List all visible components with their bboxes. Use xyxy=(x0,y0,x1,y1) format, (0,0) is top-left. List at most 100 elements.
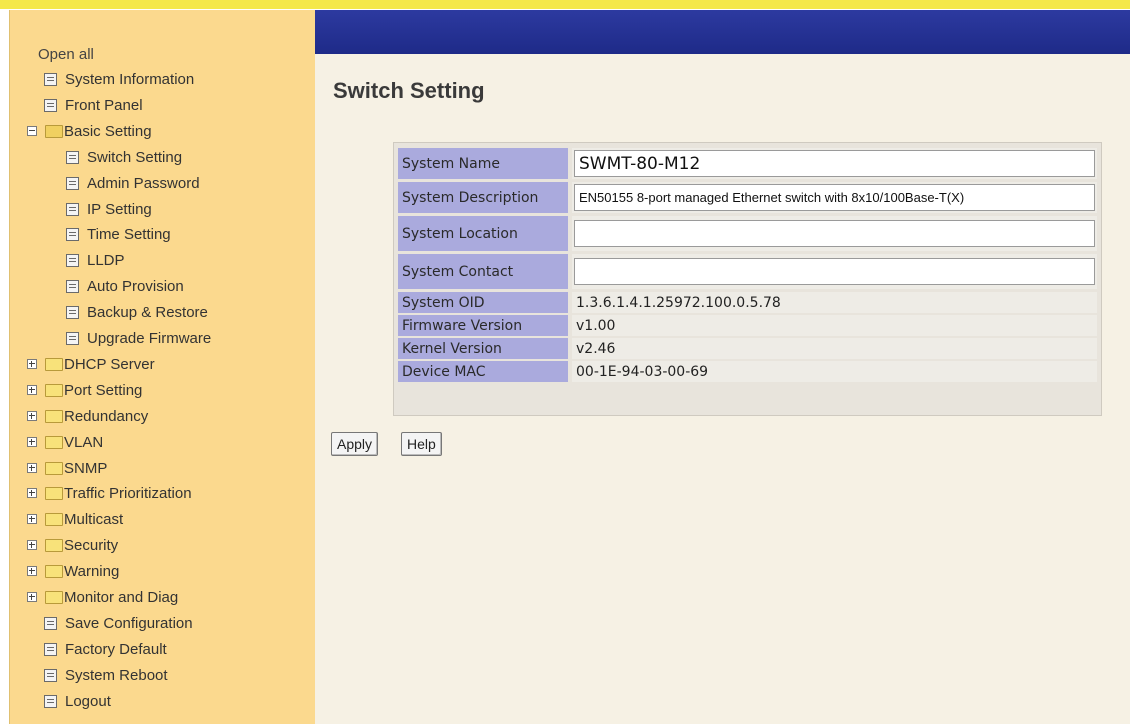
sidebar-item-security[interactable]: Security xyxy=(10,534,310,558)
expand-icon[interactable] xyxy=(27,462,37,473)
sidebar-item-system-reboot[interactable]: System Reboot xyxy=(10,664,310,688)
expand-icon[interactable] xyxy=(27,540,37,551)
sidebar-item-system-information[interactable]: System Information xyxy=(10,68,310,92)
page-icon xyxy=(66,254,79,268)
sidebar-item-redundancy[interactable]: Redundancy xyxy=(10,405,310,429)
sidebar-item-upgrade-firmware[interactable]: Upgrade Firmware xyxy=(10,327,310,351)
expand-icon[interactable] xyxy=(27,488,37,499)
device-mac-label: Device MAC xyxy=(398,361,568,382)
sidebar-item-label: Basic Setting xyxy=(64,122,152,140)
sidebar-item-factory-default[interactable]: Factory Default xyxy=(10,638,310,662)
system-oid-value: 1.3.6.1.4.1.25972.100.0.5.78 xyxy=(572,292,1097,313)
sidebar-item-lldp[interactable]: LLDP xyxy=(10,249,310,273)
sidebar-item-label: System Information xyxy=(65,71,195,88)
page-icon xyxy=(44,98,57,112)
system-name-input[interactable] xyxy=(574,150,1095,177)
page-icon xyxy=(66,150,79,164)
folder-icon xyxy=(45,357,63,371)
sidebar-item-save-configuration[interactable]: Save Configuration xyxy=(10,612,310,636)
sidebar-item-label: LLDP xyxy=(87,252,125,270)
folder-icon xyxy=(45,539,63,553)
sidebar-item-dhcp-server[interactable]: DHCP Server xyxy=(10,353,310,377)
expand-icon[interactable] xyxy=(27,358,37,369)
top-accent-strip xyxy=(0,0,1130,9)
apply-button[interactable]: Apply xyxy=(331,432,379,456)
navigation-sidebar: Open all System Information Front Panel Ba… xyxy=(9,10,315,724)
folder-icon xyxy=(45,487,63,501)
page-icon xyxy=(44,694,57,708)
folder-icon xyxy=(45,435,63,449)
expand-icon[interactable] xyxy=(27,436,37,447)
system-contact-label: System Contact xyxy=(398,254,568,289)
sidebar-item-logout[interactable]: Logout xyxy=(10,690,310,714)
sidebar-item-label: Logout xyxy=(65,692,111,710)
sidebar-item-label: IP Setting xyxy=(87,200,152,218)
folder-icon xyxy=(45,409,63,423)
sidebar-item-vlan[interactable]: VLAN xyxy=(10,431,310,455)
folder-icon xyxy=(45,513,63,527)
sidebar-item-label: Save Configuration xyxy=(65,614,193,632)
sidebar-item-label: Switch Setting xyxy=(87,148,183,166)
system-description-cell xyxy=(572,182,1097,213)
help-button[interactable]: Help xyxy=(401,432,442,456)
sidebar-item-label: System Reboot xyxy=(65,666,168,684)
folder-icon xyxy=(45,591,63,604)
table-row-system-description: System Description xyxy=(398,182,1097,213)
sidebar-item-snmp[interactable]: SNMP xyxy=(10,457,310,481)
system-contact-input[interactable] xyxy=(574,258,1095,285)
page-icon xyxy=(44,642,57,656)
sidebar-item-auto-provision[interactable]: Auto Provision xyxy=(10,275,310,299)
system-description-input[interactable] xyxy=(574,184,1095,211)
sidebar-item-monitor-and-diag[interactable]: Monitor and Diag xyxy=(10,586,310,610)
page-icon xyxy=(44,668,57,682)
sidebar-item-admin-password[interactable]: Admin Password xyxy=(10,172,310,196)
folder-icon xyxy=(45,383,63,397)
sidebar-item-backup-and-restore[interactable]: Backup & Restore xyxy=(10,301,310,325)
system-location-label: System Location xyxy=(398,216,568,251)
system-name-cell xyxy=(572,148,1097,179)
sidebar-item-label: Warning xyxy=(64,563,120,581)
page-icon xyxy=(44,616,57,630)
switch-settings-table: System Name System Description System Lo… xyxy=(393,142,1102,416)
sidebar-item-switch-setting[interactable]: Switch Setting xyxy=(10,146,310,170)
page-icon xyxy=(44,73,57,86)
expand-icon[interactable] xyxy=(27,384,37,395)
sidebar-item-multicast[interactable]: Multicast xyxy=(10,508,310,532)
sidebar-item-ip-setting[interactable]: IP Setting xyxy=(10,198,310,222)
sidebar-item-label: Backup & Restore xyxy=(87,304,208,322)
expand-icon[interactable] xyxy=(27,514,37,525)
table-row-device-mac: Device MAC 00-1E-94-03-00-69 xyxy=(398,361,1097,382)
sidebar-item-label: Multicast xyxy=(64,511,124,529)
system-oid-label: System OID xyxy=(398,292,568,313)
table-row-system-contact: System Contact xyxy=(398,254,1097,289)
table-row-system-oid: System OID 1.3.6.1.4.1.25972.100.0.5.78 xyxy=(398,292,1097,313)
header-bar xyxy=(315,10,1130,54)
page-title: Switch Setting xyxy=(333,78,485,103)
sidebar-item-label: Auto Provision xyxy=(87,278,184,296)
expand-icon[interactable] xyxy=(27,592,37,602)
folder-open-icon xyxy=(45,124,63,138)
expand-icon[interactable] xyxy=(27,410,37,421)
sidebar-item-label: DHCP Server xyxy=(64,355,155,373)
sidebar-item-label: Factory Default xyxy=(65,640,167,658)
sidebar-item-traffic-prioritization[interactable]: Traffic Prioritization xyxy=(10,482,310,506)
sidebar-item-label: Port Setting xyxy=(64,381,143,399)
page-icon xyxy=(66,332,79,345)
sidebar-item-basic-setting[interactable]: Basic Setting xyxy=(10,120,310,144)
sidebar-item-time-setting[interactable]: Time Setting xyxy=(10,223,310,247)
table-row-firmware-version: Firmware Version v1.00 xyxy=(398,315,1097,336)
open-all-link[interactable]: Open all xyxy=(38,46,94,63)
page-icon xyxy=(66,202,79,216)
sidebar-item-label: Admin Password xyxy=(87,174,200,192)
sidebar-item-front-panel[interactable]: Front Panel xyxy=(10,94,310,118)
sidebar-item-port-setting[interactable]: Port Setting xyxy=(10,379,310,403)
expand-icon[interactable] xyxy=(27,566,37,577)
system-contact-cell xyxy=(572,254,1097,289)
collapse-icon[interactable] xyxy=(27,125,37,136)
sidebar-item-label: VLAN xyxy=(64,433,104,451)
sidebar-item-label: Traffic Prioritization xyxy=(64,485,192,503)
system-location-input[interactable] xyxy=(574,220,1095,247)
table-row-system-name: System Name xyxy=(398,148,1097,179)
page-icon xyxy=(66,306,79,320)
sidebar-item-warning[interactable]: Warning xyxy=(10,560,310,584)
